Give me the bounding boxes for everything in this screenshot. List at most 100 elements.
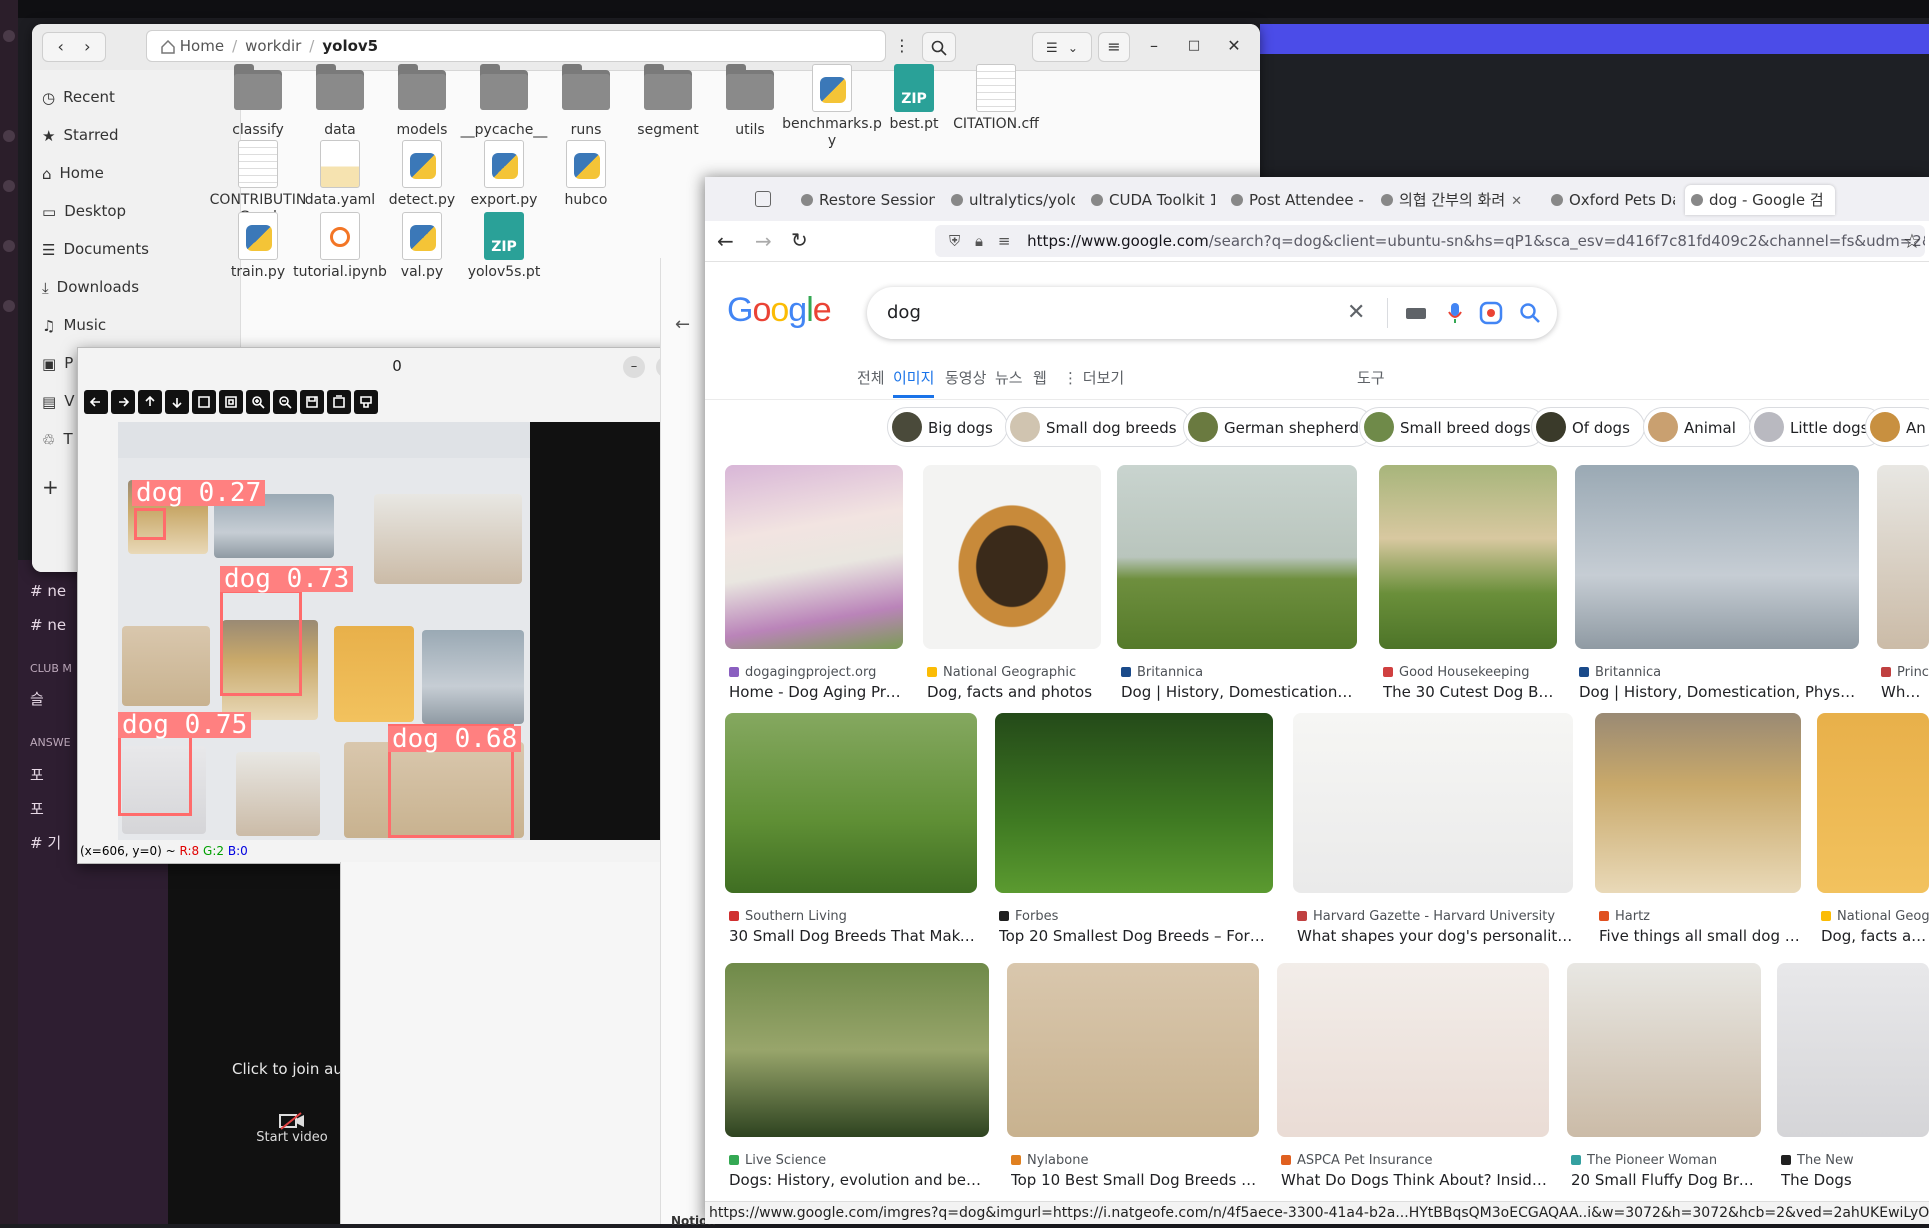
channel-item[interactable]: # ne [30, 616, 66, 638]
url-bar[interactable]: ⛨ 🔒︎ ≡ https://www.google.com/search?q=d… [935, 225, 1925, 257]
result-title[interactable]: What shapes your dog's personality — ... [1297, 927, 1573, 945]
chip[interactable]: Little dogs [1749, 407, 1884, 447]
result-source[interactable]: Hartz [1599, 909, 1650, 924]
search-input[interactable]: dog [887, 287, 921, 339]
chip[interactable]: Small breed dogs [1359, 407, 1546, 447]
chip[interactable]: Small dog breeds [1005, 407, 1192, 447]
result-thumbnail[interactable] [1817, 713, 1929, 893]
dock-icon[interactable] [3, 300, 15, 312]
breadcrumb-current[interactable]: yolov5 [322, 37, 378, 55]
search-tab[interactable]: 전체 [857, 367, 885, 388]
search-tab[interactable]: 이미지 [893, 367, 935, 398]
result-title[interactable]: Dog, facts and photos [927, 683, 1101, 701]
zoom-original-button[interactable] [192, 390, 216, 414]
image-result[interactable]: Britannica Dog | History, Domestication, … [1575, 465, 1859, 713]
dock-icon[interactable] [3, 240, 15, 252]
result-title[interactable]: Home - Dog Aging Project [729, 683, 903, 701]
result-title[interactable]: What Do Dogs Think About? Inside the... [1281, 1171, 1549, 1189]
search-tab[interactable]: 도구 [1357, 367, 1385, 388]
save-button[interactable] [300, 390, 324, 414]
result-source[interactable]: Britannica [1121, 665, 1203, 680]
join-audio-text[interactable]: Click to join aud [232, 1060, 352, 1078]
file-item[interactable]: ZIP yolov5s.pt [454, 212, 554, 281]
dock-icon[interactable] [3, 130, 15, 142]
result-thumbnail[interactable] [1379, 465, 1557, 649]
chip[interactable]: Animal [1643, 407, 1751, 447]
result-title[interactable]: The Dogs [1781, 1171, 1929, 1189]
pan-up-button[interactable] [138, 390, 162, 414]
reload-icon[interactable]: ↻ [791, 228, 808, 252]
image-result[interactable]: Southern Living 30 Small Dog Breeds That … [725, 713, 977, 957]
result-thumbnail[interactable] [1877, 465, 1929, 649]
image-result[interactable]: Britannica Dog | History, Domestication, … [1117, 465, 1357, 713]
tab-list-icon[interactable] [755, 191, 771, 207]
result-title[interactable]: Dog | History, Domestication, Physical T… [1579, 683, 1859, 701]
zoom-fit-button[interactable] [219, 390, 243, 414]
google-logo[interactable]: Google [727, 291, 832, 330]
result-source[interactable]: Forbes [999, 909, 1058, 924]
sidebar-item-documents[interactable]: ☰ Documents [42, 232, 149, 266]
result-source[interactable]: Live Science [729, 1153, 826, 1168]
result-thumbnail[interactable] [1277, 963, 1549, 1137]
pan-right-button[interactable] [111, 390, 135, 414]
result-source[interactable]: Good Housekeeping [1383, 665, 1530, 680]
copy-button[interactable] [327, 390, 351, 414]
zoom-in-button[interactable] [246, 390, 270, 414]
pan-left-button[interactable] [84, 390, 108, 414]
result-source[interactable]: Princ [1881, 665, 1929, 680]
result-thumbnail[interactable] [995, 713, 1273, 893]
properties-button[interactable] [354, 390, 378, 414]
browser-tab[interactable]: ultralytics/yolov✕ [945, 185, 1075, 215]
result-source[interactable]: ASPCA Pet Insurance [1281, 1153, 1432, 1168]
search-tab[interactable]: ⋮ 더보기 [1063, 367, 1124, 388]
image-result[interactable]: Forbes Top 20 Smallest Dog Breeds – Forbe… [995, 713, 1273, 957]
bookmark-star-icon[interactable]: ☆ [1903, 229, 1921, 253]
chip[interactable]: Big dogs [887, 407, 1008, 447]
search-tab[interactable]: 뉴스 [995, 367, 1023, 388]
image-result[interactable]: Nylabone Top 10 Best Small Dog Breeds | N… [1007, 963, 1259, 1201]
chip[interactable]: German shepherd [1183, 407, 1375, 447]
result-source[interactable]: National Geographic [927, 665, 1076, 680]
result-source[interactable]: Britannica [1579, 665, 1661, 680]
image-result[interactable]: dogagingproject.org Home - Dog Aging Proj… [725, 465, 903, 713]
back-arrow-icon[interactable]: ← [675, 314, 690, 335]
file-item[interactable]: CITATION.cff [946, 64, 1046, 133]
image-result[interactable]: ASPCA Pet Insurance What Do Dogs Think Ab… [1277, 963, 1549, 1201]
clear-icon[interactable]: ✕ [1347, 287, 1365, 339]
image-result[interactable]: The New The Dogs [1777, 963, 1929, 1201]
back-icon[interactable]: ← [717, 229, 734, 253]
breadcrumb-item[interactable]: workdir [245, 37, 301, 55]
sidebar-item-desktop[interactable]: ▭ Desktop [42, 194, 126, 228]
image-result[interactable]: Princ What is [1877, 465, 1929, 713]
search-box[interactable]: dog ✕ [867, 287, 1557, 339]
close-tab-icon[interactable]: ✕ [1511, 194, 1522, 209]
shield-icon[interactable]: ⛨ [949, 232, 960, 250]
result-source[interactable]: National Geogra [1821, 909, 1929, 924]
add-location-button[interactable]: + [42, 470, 59, 504]
image-result[interactable]: The Pioneer Woman 20 Small Fluffy Dog Bre… [1567, 963, 1761, 1201]
main-menu-button[interactable]: ≡ [1098, 32, 1130, 62]
result-title[interactable]: Five things all small dog ow... [1599, 927, 1801, 945]
section-header[interactable]: ANSWE [30, 736, 71, 758]
result-source[interactable]: dogagingproject.org [729, 665, 876, 680]
detection-image[interactable]: dog 0.27 dog 0.73 dog 0.75 dog 0.68 [118, 422, 676, 840]
result-title[interactable]: Top 20 Smallest Dog Breeds – Forbes A... [999, 927, 1273, 945]
image-result[interactable]: National Geographic Dog, facts and photos [923, 465, 1101, 713]
browser-tab[interactable]: dog - Google 검 [1685, 185, 1835, 215]
result-title[interactable]: Dog | History, Domestication, Phy... [1121, 683, 1357, 701]
result-source[interactable]: Nylabone [1011, 1153, 1088, 1168]
search-tab[interactable]: 웹 [1033, 367, 1047, 388]
back-icon[interactable]: ‹ [58, 37, 64, 56]
image-result[interactable]: Harvard Gazette - Harvard University What… [1293, 713, 1573, 957]
result-source[interactable]: The New [1781, 1153, 1854, 1168]
zoom-out-button[interactable] [273, 390, 297, 414]
sidebar-item-home[interactable]: ⌂ Home [42, 156, 104, 190]
search-icon[interactable] [1519, 302, 1541, 324]
result-thumbnail[interactable] [923, 465, 1101, 649]
chip[interactable]: Of dogs [1531, 407, 1645, 447]
image-result[interactable]: National Geogra Dog, facts and p [1817, 713, 1929, 957]
breadcrumb[interactable]: Home / workdir / yolov5 [146, 30, 886, 62]
browser-tab[interactable]: CUDA Toolkit 11✕ [1085, 185, 1215, 215]
close-button[interactable]: ✕ [1222, 32, 1246, 62]
result-thumbnail[interactable] [1595, 713, 1801, 893]
